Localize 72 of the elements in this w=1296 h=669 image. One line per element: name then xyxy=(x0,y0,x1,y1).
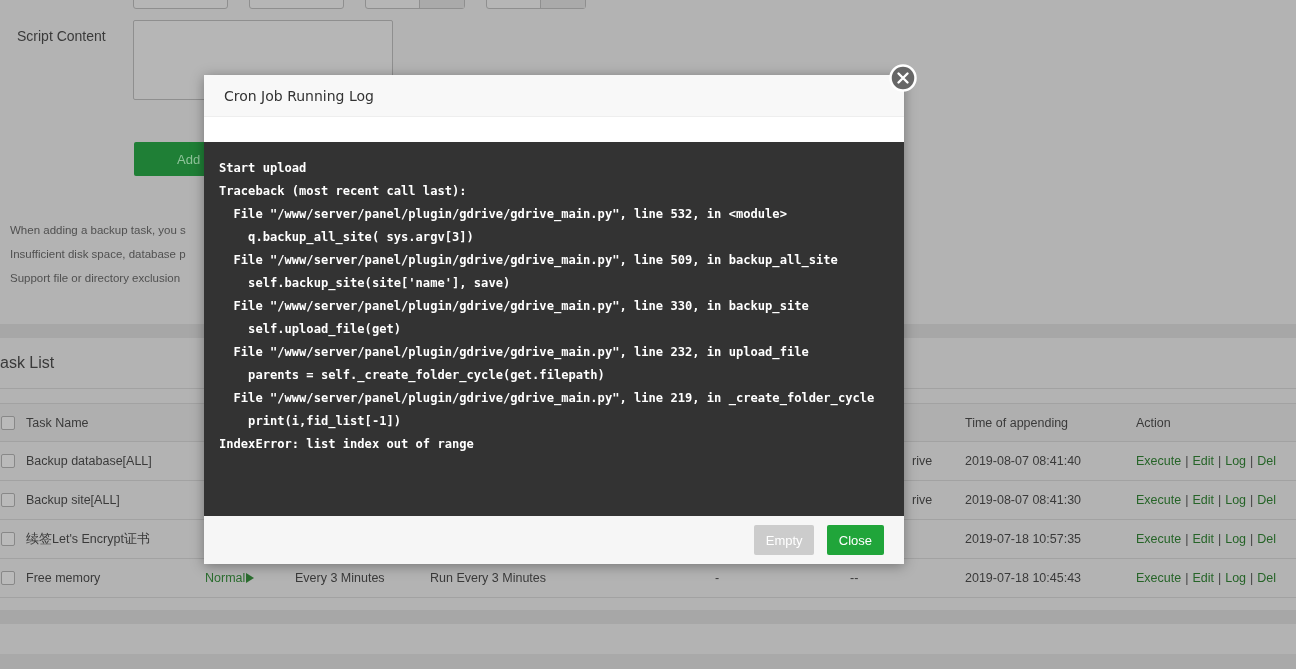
action-link[interactable]: Log xyxy=(1225,532,1247,546)
separator-text: | xyxy=(1250,454,1254,468)
dialog-title: Cron Job Running Log xyxy=(224,87,374,104)
separator-text: | xyxy=(1250,571,1254,585)
help-note: Insufficient disk space, database p xyxy=(10,247,186,262)
table-cell: Run Every 3 Minutes xyxy=(430,571,547,585)
log-line: IndexError: list index out of range xyxy=(219,436,474,453)
log-line: Traceback (most recent call last): xyxy=(219,183,467,200)
close-button[interactable]: Close xyxy=(826,525,884,555)
separator-text: | xyxy=(1250,493,1254,507)
table-cell: 2019-08-07 08:41:30 xyxy=(965,493,1082,507)
separator-text: | xyxy=(1185,571,1189,585)
log-line: q.backup_all_site( sys.argv[3]) xyxy=(247,229,474,247)
separator-text: | xyxy=(1217,571,1222,585)
script-content-label: Script Content xyxy=(16,27,107,46)
action-link[interactable]: Execute xyxy=(1136,571,1182,585)
action-link[interactable]: Log xyxy=(1225,454,1247,468)
table-cell: rive xyxy=(912,454,933,468)
action-link[interactable]: Edit xyxy=(1192,493,1214,507)
action-link[interactable]: Del xyxy=(1257,454,1277,468)
separator-text: | xyxy=(1217,532,1222,546)
checkbox[interactable] xyxy=(1,532,15,546)
table-cell-text: Free memory xyxy=(26,571,102,585)
table-cell: -- xyxy=(850,571,859,585)
action-link[interactable]: Execute xyxy=(1136,493,1182,507)
table-cell: 2019-08-07 08:41:40 xyxy=(965,454,1082,468)
action-link[interactable]: Log xyxy=(1225,493,1247,507)
checkbox[interactable] xyxy=(1,571,15,585)
table-cell-text: Backup database[ALL] xyxy=(26,454,153,468)
action-link[interactable]: Edit xyxy=(1192,571,1214,585)
checkbox[interactable] xyxy=(1,415,15,430)
play-icon[interactable] xyxy=(246,573,255,583)
section-title: ask List xyxy=(0,354,55,372)
column-header: Task Name xyxy=(26,415,89,430)
log-line: File "/www/server/panel/plugin/gdrive/gdrive_main.py", line 219, in _create_folder_cycle xyxy=(232,390,875,408)
log-line: self.upload_file(get) xyxy=(247,321,402,339)
help-note: When adding a backup task, you s xyxy=(10,223,186,238)
table-cell: - xyxy=(715,571,720,585)
separator-text: | xyxy=(1217,454,1222,468)
checkbox[interactable] xyxy=(1,454,15,468)
action-link[interactable]: Execute xyxy=(1136,532,1182,546)
action-link[interactable]: Edit xyxy=(1192,532,1214,546)
action-link[interactable]: Del xyxy=(1257,571,1277,585)
separator-text: | xyxy=(1185,532,1189,546)
column-header: Action xyxy=(1136,415,1171,430)
action-link[interactable]: Execute xyxy=(1136,454,1182,468)
log-line: Start upload xyxy=(219,160,307,177)
checkbox[interactable] xyxy=(1,493,15,507)
table-cell-text: Backup site[ALL] xyxy=(26,493,121,507)
table-cell: 2019-07-18 10:45:43 xyxy=(965,571,1082,585)
log-line: parents = self._create_folder_cycle(get.filepath) xyxy=(247,367,605,385)
help-note: Support file or directory exclusion xyxy=(10,271,181,286)
action-link[interactable]: Del xyxy=(1257,532,1277,546)
table-cell: rive xyxy=(912,493,933,507)
action-link[interactable]: Del xyxy=(1257,493,1277,507)
column-header: Time of appending xyxy=(965,415,1069,430)
table-cell: 2019-07-18 10:57:35 xyxy=(965,532,1082,546)
log-line: File "/www/server/panel/plugin/gdrive/gdrive_main.py", line 509, in backup_all_site xyxy=(232,252,838,270)
log-line: print(i,fid_list[-1]) xyxy=(247,413,402,431)
separator-text: | xyxy=(1250,532,1254,546)
separator-text: | xyxy=(1185,454,1189,468)
log-line: File "/www/server/panel/plugin/gdrive/gdrive_main.py", line 330, in backup_site xyxy=(232,298,809,316)
status-link[interactable]: Normal xyxy=(205,571,246,585)
action-link[interactable]: Edit xyxy=(1192,454,1214,468)
separator-text: | xyxy=(1185,493,1189,507)
log-line: File "/www/server/panel/plugin/gdrive/gdrive_main.py", line 532, in <module> xyxy=(232,206,787,224)
action-link[interactable]: Log xyxy=(1225,571,1247,585)
separator-text: | xyxy=(1217,493,1222,507)
log-line: File "/www/server/panel/plugin/gdrive/gdrive_main.py", line 232, in upload_file xyxy=(232,344,809,362)
log-line: self.backup_site(site['name'], save) xyxy=(247,275,511,293)
table-cell: Every 3 Minutes xyxy=(295,571,385,585)
table-cell-text: 续签Let's Encrypt证书 xyxy=(26,530,151,548)
